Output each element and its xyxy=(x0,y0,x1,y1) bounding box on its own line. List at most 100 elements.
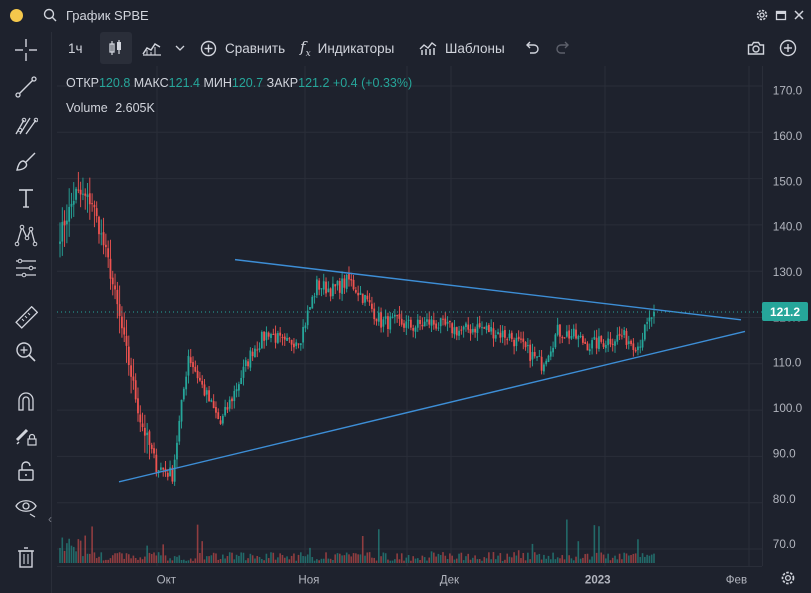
brush-tool[interactable] xyxy=(12,147,40,175)
area-type-button[interactable] xyxy=(142,32,162,64)
candle-body xyxy=(538,355,541,357)
volume-bar xyxy=(75,551,77,563)
candle-body xyxy=(460,329,463,331)
price-chart[interactable] xyxy=(57,66,762,566)
text-tool[interactable] xyxy=(12,184,40,212)
trendline-tool[interactable] xyxy=(12,73,40,101)
indicators-button[interactable]: fx Индикаторы xyxy=(300,32,394,64)
screenshot-button[interactable] xyxy=(747,32,765,64)
undo-button[interactable] xyxy=(524,32,540,64)
candle-body xyxy=(77,189,80,191)
volume-bar xyxy=(137,559,139,563)
candle-body xyxy=(283,336,286,340)
collapse-toolbar-arrow[interactable]: ‹ xyxy=(48,512,52,526)
candle-body xyxy=(107,248,110,258)
time-axis[interactable]: Окт Ноя Дек 2023 Фев xyxy=(57,566,762,593)
candle-body xyxy=(203,384,206,396)
volume-bar xyxy=(139,557,142,563)
volume-bar xyxy=(89,553,91,563)
volume-bar xyxy=(653,553,655,563)
volume-bar xyxy=(350,556,353,563)
zoom-tool[interactable] xyxy=(12,338,40,366)
volume-bar xyxy=(219,559,222,563)
zoom-in-icon xyxy=(16,342,36,362)
redo-button[interactable] xyxy=(555,32,571,64)
lock-tool[interactable] xyxy=(12,457,40,485)
ruler-tool[interactable] xyxy=(12,304,40,332)
y-tick-label: 80.0 xyxy=(773,493,796,506)
gear-icon[interactable] xyxy=(755,7,769,23)
lock-drawings-tool[interactable] xyxy=(12,422,40,450)
window-dot[interactable] xyxy=(10,9,23,22)
volume-bar xyxy=(150,554,153,563)
volume-bar xyxy=(428,557,431,563)
interval-label: 1ч xyxy=(68,40,83,56)
volume-bar xyxy=(648,555,651,563)
volume-bar xyxy=(609,560,612,563)
fx-icon: fx xyxy=(300,37,311,59)
volume-bar xyxy=(201,541,203,563)
chart-type-dropdown[interactable] xyxy=(175,32,185,64)
candle-body xyxy=(309,307,311,310)
candle-body xyxy=(469,329,472,334)
volume-bar xyxy=(387,559,389,563)
volume-bar xyxy=(414,558,417,563)
candle-body xyxy=(497,332,499,335)
crosshair-tool[interactable] xyxy=(12,36,40,64)
candle-body xyxy=(561,337,564,339)
candle-body xyxy=(453,327,456,335)
settings-icon[interactable] xyxy=(779,569,797,587)
candle-body xyxy=(297,343,300,345)
volume-bar xyxy=(641,553,644,563)
candle-body xyxy=(366,295,369,300)
upper-trendline[interactable] xyxy=(234,258,742,321)
volume-bar xyxy=(93,552,96,563)
candle-body xyxy=(579,335,582,338)
volume-bar xyxy=(132,555,135,563)
chevron-down-icon xyxy=(175,45,185,51)
candle-body xyxy=(295,342,298,347)
measure-tool[interactable] xyxy=(12,254,40,282)
volume-bar xyxy=(644,556,646,563)
candle-body xyxy=(598,336,600,349)
y-tick-label: 100.0 xyxy=(773,402,803,415)
remove-drawings-tool[interactable] xyxy=(12,544,40,572)
pattern-tool[interactable] xyxy=(12,221,40,249)
templates-button[interactable]: Шаблоны xyxy=(419,32,505,64)
candles-button[interactable] xyxy=(100,32,132,64)
candle-body xyxy=(371,303,373,309)
fullscreen-button[interactable] xyxy=(779,32,797,64)
volume-bar xyxy=(329,558,332,563)
restore-icon[interactable] xyxy=(775,7,787,23)
pitchfork-tool[interactable] xyxy=(12,110,40,138)
crosshair-icon xyxy=(15,39,37,61)
volume-bar xyxy=(189,558,192,563)
change-value: +0.4 (+0.33%) xyxy=(332,76,413,90)
candle-body xyxy=(194,366,197,372)
x-tick-label: 2023 xyxy=(585,574,611,586)
volume-bar xyxy=(494,559,497,563)
volume-bar xyxy=(183,559,185,563)
candle-body xyxy=(549,351,552,357)
interval-button[interactable]: 1ч xyxy=(68,32,83,64)
volume-bar xyxy=(472,557,474,563)
volume-bar xyxy=(205,556,208,563)
volume-bar xyxy=(261,559,263,563)
volume-bar xyxy=(566,519,568,563)
volume-bar xyxy=(465,556,467,563)
candle-body xyxy=(412,328,415,331)
hide-drawings-tool[interactable] xyxy=(12,492,40,520)
volume-bar xyxy=(359,554,362,563)
compare-button[interactable]: Сравнить xyxy=(200,32,285,64)
candle-body xyxy=(166,472,169,477)
candle-body xyxy=(65,220,68,225)
candle-body xyxy=(604,344,607,349)
magnet-tool[interactable] xyxy=(12,387,40,415)
volume-bar xyxy=(529,559,531,563)
chart-title[interactable]: График SPBE xyxy=(66,8,149,23)
close-icon[interactable] xyxy=(793,7,805,23)
x-tick-label: Окт xyxy=(157,574,177,586)
search-icon[interactable] xyxy=(43,8,57,22)
volume-bar xyxy=(373,557,376,563)
candle-body xyxy=(607,338,610,346)
